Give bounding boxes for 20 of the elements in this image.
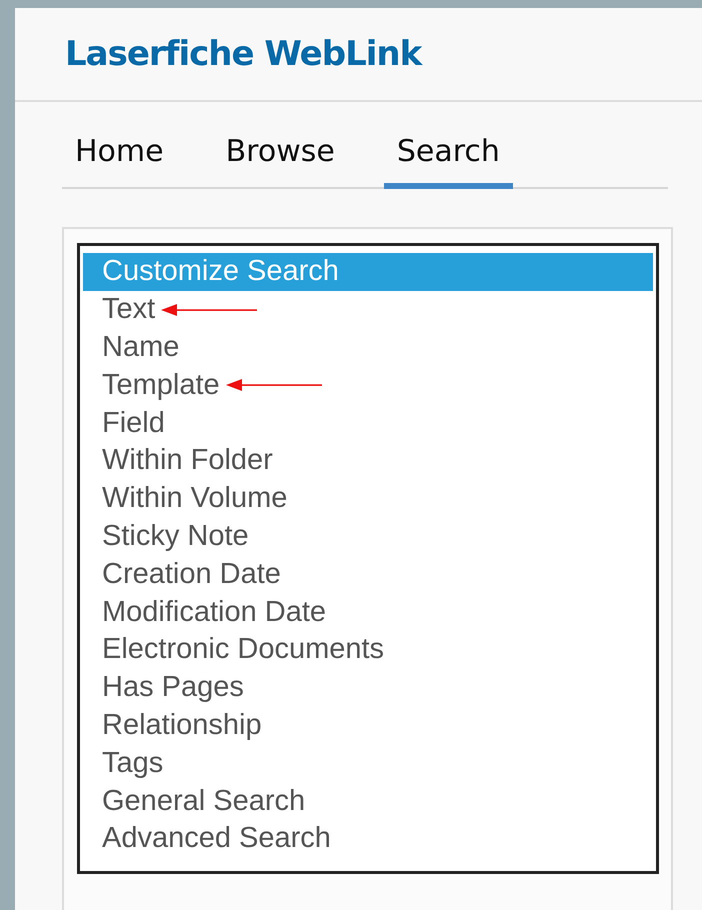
list-option[interactable]: Has Pages bbox=[83, 668, 244, 707]
list-option[interactable]: Creation Date bbox=[83, 555, 281, 594]
list-option[interactable]: Electronic Documents bbox=[83, 630, 384, 669]
list-option[interactable]: Within Folder bbox=[83, 442, 273, 480]
list-option[interactable]: General Search bbox=[83, 782, 306, 820]
list-option[interactable]: Name bbox=[83, 328, 180, 366]
list-option[interactable]: Advanced Search bbox=[83, 820, 331, 858]
nav-tab[interactable]: Search bbox=[384, 126, 513, 189]
nav-tab[interactable]: Browse bbox=[212, 126, 348, 189]
list-option[interactable]: Tags bbox=[83, 744, 164, 782]
list-option[interactable]: Sticky Note bbox=[83, 518, 249, 556]
list-option[interactable]: Template bbox=[83, 366, 220, 404]
list-option[interactable]: Modification Date bbox=[83, 593, 326, 631]
list-option[interactable]: Text bbox=[83, 290, 156, 329]
list-option[interactable]: Within Volume bbox=[83, 480, 288, 518]
nav-tab[interactable]: Home bbox=[62, 126, 177, 189]
app-logo: Laserfiche WebLink bbox=[65, 34, 422, 74]
list-option[interactable]: Field bbox=[83, 404, 165, 442]
list-option[interactable]: Relationship bbox=[83, 706, 262, 744]
search-type-list[interactable]: Customize Search Text Name Template Field Within Folder Within Volume Sticky Note Creation Date Modification Date Electronic Documents Has Pages Relationship Tags General Search Advanced Search bbox=[77, 243, 659, 874]
